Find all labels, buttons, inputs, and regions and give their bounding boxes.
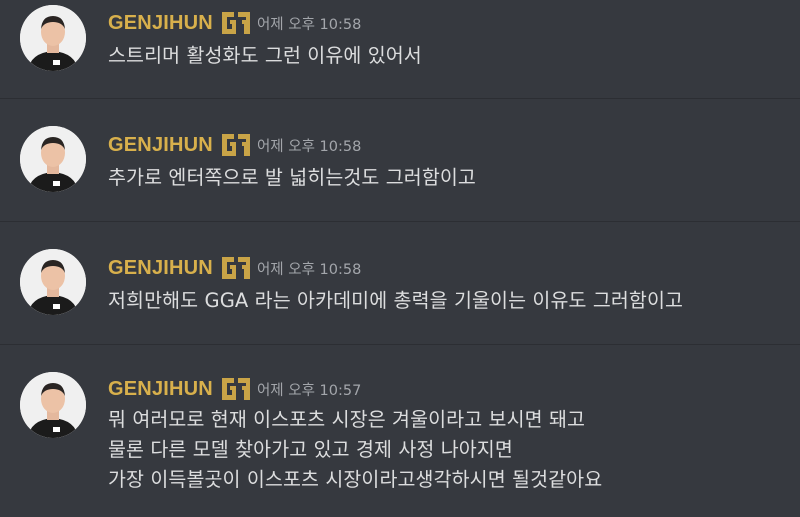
chat-message: GENJIHUN 어제 오후 10:57 뭐 여러모로 현재 이스포츠 시장은 …	[0, 345, 800, 517]
chat-message: GENJIHUN 어제 오후 10:58 스트리머 활성화도 그런 이유에 있어…	[0, 0, 800, 98]
message-header: GENJIHUN 어제 오후 10:58	[108, 10, 361, 36]
avatar[interactable]	[20, 249, 86, 315]
timestamp: 어제 오후 10:58	[256, 138, 362, 155]
avatar[interactable]	[20, 5, 86, 71]
message-header: GENJIHUN 어제 오후 10:57	[108, 376, 361, 402]
username[interactable]: GENJIHUN	[108, 12, 213, 35]
message-text: 추가로 엔터쪽으로 발 넓히는것도 그러함이고	[108, 166, 476, 189]
message-text: 가장 이득볼곳이 이스포츠 시장이라고생각하시면 될것같아요	[108, 468, 603, 491]
chat-message: GENJIHUN 어제 오후 10:58 저희만해도 GGA 라는 아카데미에 …	[0, 222, 800, 344]
chat-message: GENJIHUN 어제 오후 10:58 추가로 엔터쪽으로 발 넓히는것도 그…	[0, 99, 800, 221]
username[interactable]: GENJIHUN	[108, 134, 213, 157]
avatar[interactable]	[20, 372, 86, 438]
chat-log: GENJIHUN 어제 오후 10:58 스트리머 활성화도 그런 이유에 있어…	[0, 0, 800, 517]
timestamp: 어제 오후 10:57	[256, 382, 362, 399]
message-text: 스트리머 활성화도 그런 이유에 있어서	[108, 44, 422, 67]
message-text: 뭐 여러모로 현재 이스포츠 시장은 겨울이라고 보시면 돼고	[108, 408, 586, 431]
message-text: 저희만해도 GGA 라는 아카데미에 총력을 기울이는 이유도 그러함이고	[108, 289, 684, 312]
timestamp: 어제 오후 10:58	[256, 261, 362, 278]
username[interactable]: GENJIHUN	[108, 257, 213, 280]
gen-g-logo-icon	[220, 376, 252, 402]
avatar[interactable]	[20, 126, 86, 192]
message-text: 물론 다른 모델 찾아가고 있고 경제 사정 나아지면	[108, 438, 513, 461]
gen-g-logo-icon	[220, 255, 252, 281]
message-header: GENJIHUN 어제 오후 10:58	[108, 132, 361, 158]
gen-g-logo-icon	[220, 10, 252, 36]
message-header: GENJIHUN 어제 오후 10:58	[108, 255, 361, 281]
gen-g-logo-icon	[220, 132, 252, 158]
username[interactable]: GENJIHUN	[108, 378, 213, 401]
timestamp: 어제 오후 10:58	[256, 16, 362, 33]
